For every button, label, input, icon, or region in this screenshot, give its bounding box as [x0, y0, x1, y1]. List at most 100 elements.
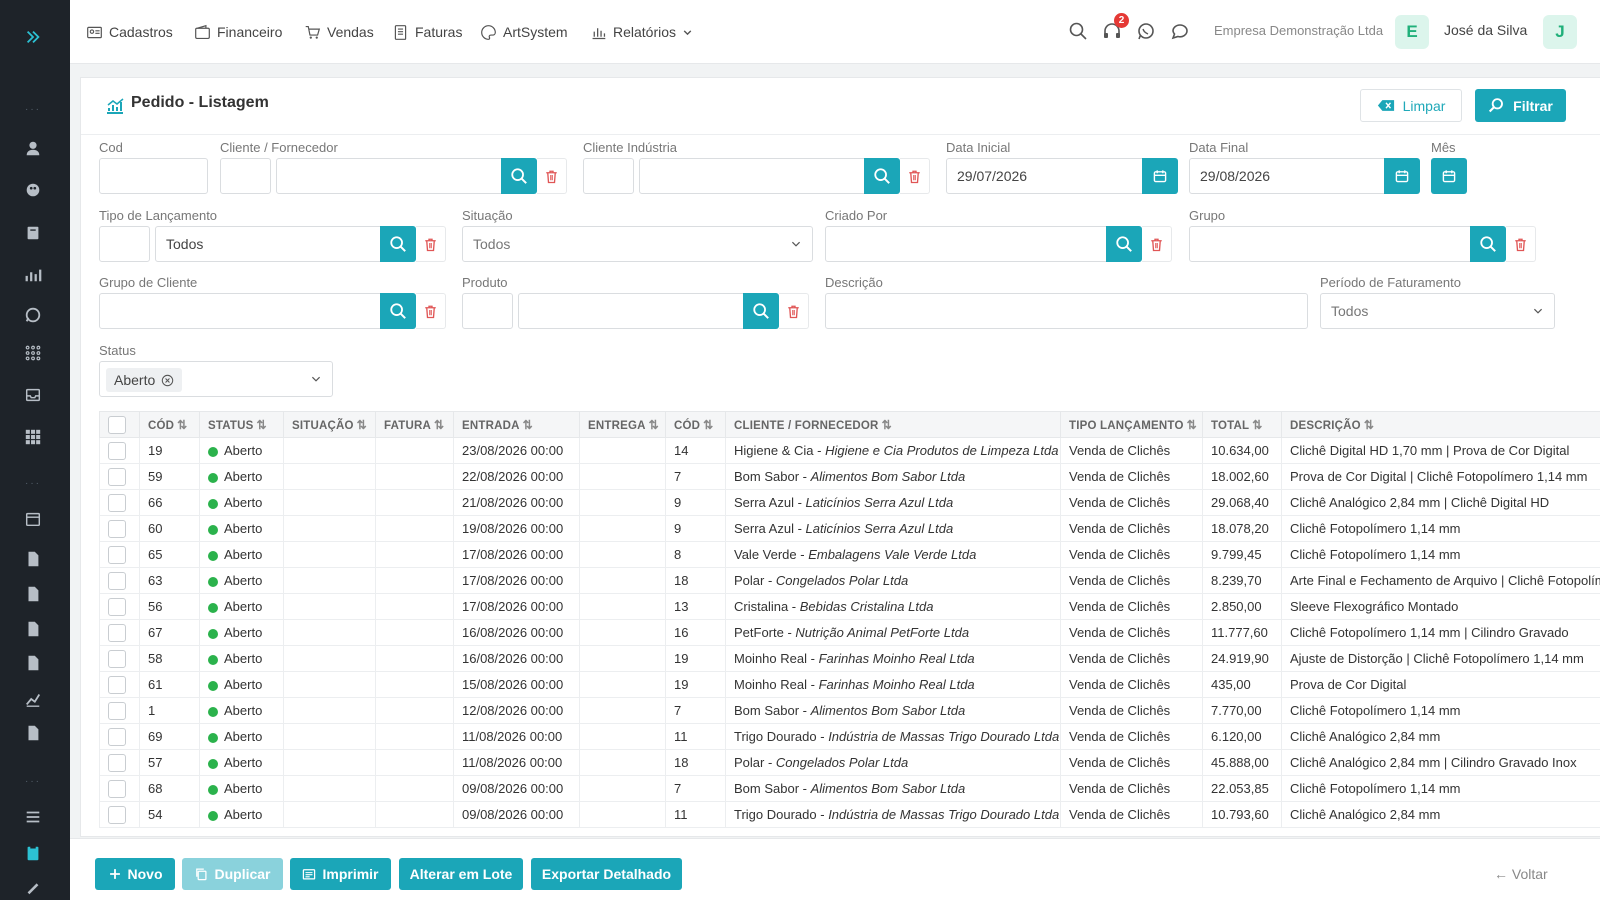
- data-final-input[interactable]: 29/08/2026: [1189, 158, 1386, 194]
- nav-relatorios[interactable]: Relatórios: [590, 22, 693, 42]
- row-checkbox[interactable]: [108, 727, 126, 746]
- table-row[interactable]: 69 Aberto 11/08/2026 00:00 11 Trigo Dourado …: [99, 723, 1600, 750]
- grupo-cliente-search-button[interactable]: [380, 293, 416, 329]
- data-inicial-input[interactable]: 29/07/2026: [946, 158, 1143, 194]
- criado-input[interactable]: [825, 226, 1107, 262]
- produto-search-button[interactable]: [743, 293, 779, 329]
- cod-input[interactable]: [99, 158, 208, 194]
- cliente-clear-button[interactable]: [537, 158, 567, 194]
- expand-menu-icon[interactable]: [24, 28, 42, 46]
- table-row[interactable]: 58 Aberto 16/08/2026 00:00 19 Moinho Real - …: [99, 645, 1600, 672]
- row-checkbox[interactable]: [108, 701, 126, 720]
- chart-icon[interactable]: [24, 266, 42, 284]
- row-checkbox[interactable]: [108, 753, 126, 772]
- document-icon[interactable]: [24, 585, 42, 603]
- company-avatar[interactable]: E: [1395, 15, 1429, 49]
- col-header-descricao[interactable]: DESCRIÇÃO ⇅: [1281, 411, 1600, 438]
- col-header-cliente[interactable]: CLIENTE / FORNECEDOR ⇅: [725, 411, 1061, 438]
- table-row[interactable]: 61 Aberto 15/08/2026 00:00 19 Moinho Real - …: [99, 671, 1600, 698]
- palette-icon[interactable]: [24, 181, 42, 199]
- col-header-tipo[interactable]: TIPO LANÇAMENTO ⇅: [1060, 411, 1203, 438]
- table-row[interactable]: 68 Aberto 09/08/2026 00:00 7 Bom Sabor - Ali…: [99, 775, 1600, 802]
- duplicate-button[interactable]: Duplicar: [182, 858, 283, 890]
- industria-name-input[interactable]: [639, 158, 865, 194]
- filter-button[interactable]: Filtrar: [1475, 89, 1566, 122]
- table-row[interactable]: 63 Aberto 17/08/2026 00:00 18 Polar - Congel…: [99, 567, 1600, 594]
- col-header-situacao[interactable]: SITUAÇÃO ⇅: [283, 411, 376, 438]
- inbox-icon[interactable]: [24, 386, 42, 404]
- cliente-code-input[interactable]: [220, 158, 271, 194]
- row-checkbox[interactable]: [108, 467, 126, 486]
- select-all-checkbox[interactable]: [108, 415, 126, 434]
- whatsapp-icon[interactable]: [1136, 21, 1158, 43]
- table-row[interactable]: 65 Aberto 17/08/2026 00:00 8 Vale Verde - Em…: [99, 541, 1600, 568]
- data-inicial-calendar-button[interactable]: [1142, 158, 1178, 194]
- clipboard-icon[interactable]: [24, 844, 42, 862]
- new-button[interactable]: Novo: [95, 858, 175, 890]
- sign-icon[interactable]: [24, 878, 42, 896]
- user-avatar[interactable]: J: [1543, 15, 1577, 49]
- row-checkbox[interactable]: [108, 675, 126, 694]
- remove-tag-icon[interactable]: [161, 374, 174, 387]
- row-checkbox[interactable]: [108, 571, 126, 590]
- calendar-icon[interactable]: [24, 510, 42, 528]
- nav-vendas[interactable]: Vendas: [304, 22, 374, 42]
- table-row[interactable]: 19 Aberto 23/08/2026 00:00 14 Higiene & Cia …: [99, 437, 1600, 464]
- industria-code-input[interactable]: [583, 158, 634, 194]
- row-checkbox[interactable]: [108, 805, 126, 824]
- criado-clear-button[interactable]: [1142, 226, 1172, 262]
- document-icon[interactable]: [24, 620, 42, 638]
- mes-calendar-button[interactable]: [1431, 158, 1467, 194]
- criado-search-button[interactable]: [1106, 226, 1142, 262]
- situacao-select[interactable]: Todos: [462, 226, 813, 262]
- whatsapp-icon[interactable]: [24, 306, 42, 324]
- grupo-cliente-input[interactable]: [99, 293, 381, 329]
- nav-financeiro[interactable]: Financeiro: [194, 22, 282, 42]
- produto-clear-button[interactable]: [779, 293, 809, 329]
- list-icon[interactable]: [24, 808, 42, 826]
- col-header-entrada[interactable]: ENTRADA ⇅: [453, 411, 580, 438]
- row-checkbox[interactable]: [108, 441, 126, 460]
- document-icon[interactable]: [24, 654, 42, 672]
- grupo-search-button[interactable]: [1470, 226, 1506, 262]
- table-row[interactable]: 1 Aberto 12/08/2026 00:00 7 Bom Sabor - Alim…: [99, 697, 1600, 724]
- col-header-status[interactable]: STATUS ⇅: [199, 411, 284, 438]
- col-header-cliente-cod[interactable]: CÓD ⇅: [665, 411, 726, 438]
- produto-code-input[interactable]: [462, 293, 513, 329]
- user-name[interactable]: José da Silva: [1444, 22, 1527, 38]
- row-checkbox[interactable]: [108, 623, 126, 642]
- row-checkbox[interactable]: [108, 545, 126, 564]
- tipo-search-button[interactable]: [380, 226, 416, 262]
- industria-search-button[interactable]: [864, 158, 900, 194]
- table-row[interactable]: 59 Aberto 22/08/2026 00:00 7 Bom Sabor - Ali…: [99, 463, 1600, 490]
- row-checkbox[interactable]: [108, 779, 126, 798]
- col-header-entrega[interactable]: ENTREGA ⇅: [579, 411, 666, 438]
- data-final-calendar-button[interactable]: [1384, 158, 1420, 194]
- row-checkbox[interactable]: [108, 519, 126, 538]
- tipo-name-input[interactable]: Todos: [155, 226, 381, 262]
- row-checkbox[interactable]: [108, 493, 126, 512]
- document-icon[interactable]: [24, 550, 42, 568]
- back-link[interactable]: ← Voltar: [1494, 866, 1548, 882]
- row-checkbox[interactable]: [108, 649, 126, 668]
- col-header-cod[interactable]: CÓD ⇅: [139, 411, 200, 438]
- cliente-search-button[interactable]: [501, 158, 537, 194]
- nav-faturas[interactable]: Faturas: [392, 22, 462, 42]
- table-row[interactable]: 57 Aberto 11/08/2026 00:00 18 Polar - Congel…: [99, 749, 1600, 776]
- table-row[interactable]: 54 Aberto 09/08/2026 00:00 11 Trigo Dourado …: [99, 801, 1600, 828]
- industria-clear-button[interactable]: [900, 158, 930, 194]
- search-icon[interactable]: [1068, 21, 1090, 43]
- table-row[interactable]: 67 Aberto 16/08/2026 00:00 16 PetForte - Nut…: [99, 619, 1600, 646]
- company-name[interactable]: Empresa Demonstração Ltda: [1214, 23, 1383, 38]
- clear-button[interactable]: Limpar: [1360, 89, 1462, 122]
- chat-icon[interactable]: [1170, 21, 1192, 43]
- descricao-input[interactable]: [825, 293, 1308, 329]
- cliente-name-input[interactable]: [276, 158, 502, 194]
- users-icon[interactable]: [24, 139, 42, 157]
- periodo-select[interactable]: Todos: [1320, 293, 1555, 329]
- tipo-code-input[interactable]: [99, 226, 150, 262]
- table-row[interactable]: 60 Aberto 19/08/2026 00:00 9 Serra Azul - La…: [99, 515, 1600, 542]
- book-icon[interactable]: [24, 224, 42, 242]
- grupo-cliente-clear-button[interactable]: [416, 293, 446, 329]
- col-header-total[interactable]: TOTAL ⇅: [1202, 411, 1282, 438]
